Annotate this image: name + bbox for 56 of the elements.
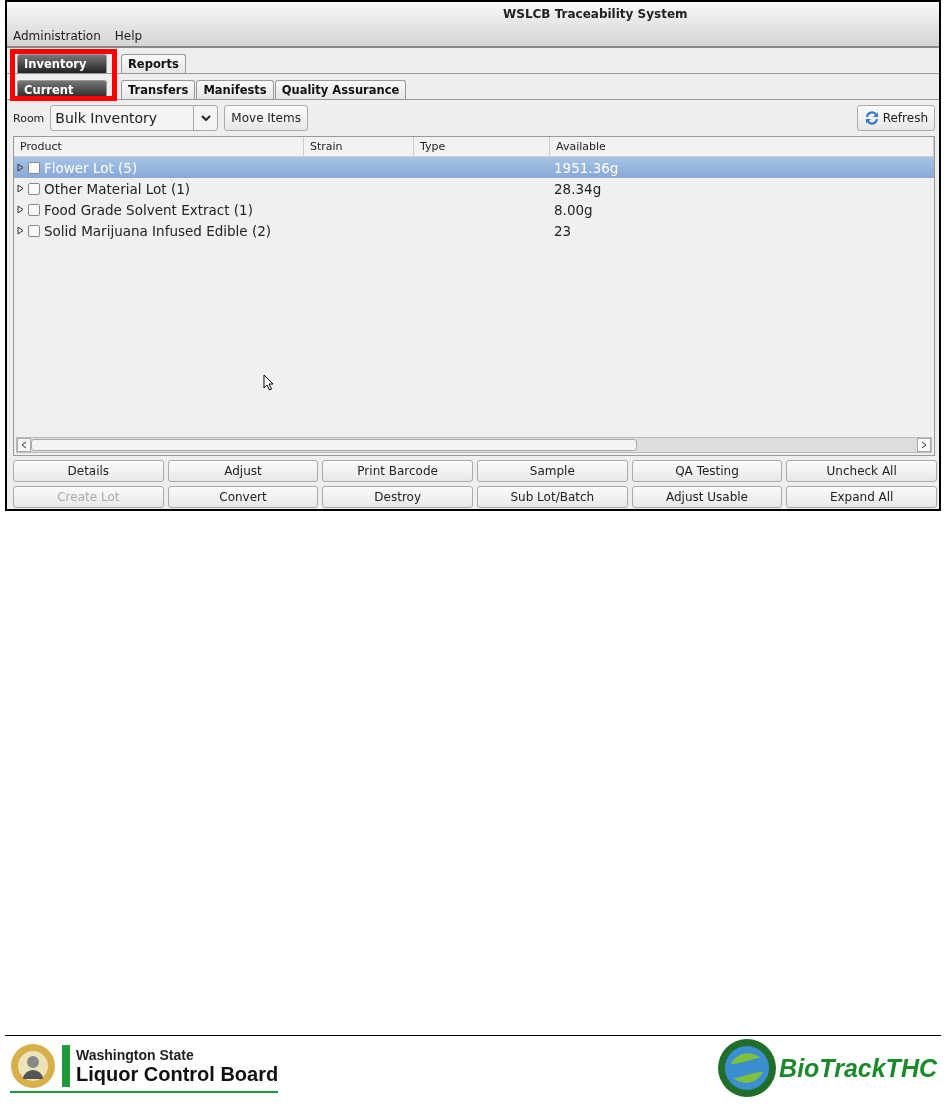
- table-row[interactable]: Food Grade Solvent Extract (1) 8.00g: [14, 199, 934, 220]
- action-button[interactable]: Convert: [167, 486, 319, 508]
- column-header[interactable]: Type: [414, 137, 550, 156]
- tab[interactable]: Quality Assurance: [274, 80, 407, 99]
- table-row[interactable]: Solid Marijuana Infused Edible (2) 23: [14, 220, 934, 241]
- tab[interactable]: Transfers: [121, 80, 196, 99]
- action-button[interactable]: Expand All: [786, 486, 937, 508]
- tab[interactable]: Manifests: [196, 80, 274, 99]
- tab[interactable]: Reports: [121, 54, 186, 73]
- expander-icon[interactable]: [17, 205, 24, 214]
- refresh-icon: [863, 110, 880, 126]
- action-button[interactable]: Adjust Usable: [631, 486, 783, 508]
- checkbox[interactable]: [28, 203, 40, 216]
- expander-icon[interactable]: [17, 163, 24, 172]
- vendor-logo-text: BioTrackTHC: [779, 1053, 937, 1083]
- state-seal-icon: [10, 1043, 56, 1089]
- agency-name: Liquor Control Board: [76, 1062, 279, 1086]
- checkbox[interactable]: [28, 224, 40, 237]
- column-header[interactable]: Product: [14, 137, 304, 156]
- menu-item[interactable]: Help: [114, 29, 143, 43]
- column-header[interactable]: Strain: [304, 137, 414, 156]
- table-cell-text: 8.00g: [553, 201, 594, 218]
- move-items-button[interactable]: Move Items: [224, 105, 308, 131]
- table-cell: Other Material Lot (1): [44, 180, 190, 197]
- expander-icon[interactable]: [17, 226, 24, 235]
- tab[interactable]: Inventory: [17, 54, 107, 73]
- table-cell-text: 28.34g: [553, 180, 603, 197]
- room-label: Room: [13, 111, 45, 125]
- mouse-pointer-icon: [263, 374, 274, 391]
- horizontal-scrollbar[interactable]: [16, 437, 932, 453]
- window-title: WSLCB Traceability System: [503, 7, 688, 21]
- action-button[interactable]: Sub Lot/Batch: [477, 486, 628, 508]
- checkbox[interactable]: [28, 161, 40, 174]
- action-button[interactable]: Print Barcode: [322, 460, 473, 482]
- table-cell-text: 23: [553, 222, 573, 239]
- checkbox[interactable]: [28, 182, 40, 195]
- room-dropdown[interactable]: Bulk Inventory: [50, 105, 219, 131]
- globe-logo-icon: [717, 1038, 778, 1098]
- table-cell: Solid Marijuana Infused Edible (2): [44, 222, 272, 239]
- chevron-down-icon: [200, 115, 211, 121]
- action-button[interactable]: Uncheck All: [786, 460, 937, 482]
- logo-stripe: [62, 1045, 70, 1087]
- column-header[interactable]: Available: [550, 137, 934, 156]
- expander-icon[interactable]: [17, 184, 24, 193]
- refresh-button[interactable]: Refresh: [856, 105, 935, 131]
- table-cell: Flower Lot (5): [44, 159, 138, 176]
- table-cell-text: 1951.36g: [553, 159, 620, 176]
- action-button[interactable]: QA Testing: [631, 460, 783, 482]
- agency-name: Washington State: [76, 1046, 195, 1063]
- table-row[interactable]: Other Material Lot (1) 28.34g: [14, 178, 934, 199]
- table-cell: Food Grade Solvent Extract (1): [44, 201, 253, 218]
- menu-item[interactable]: Administration: [13, 29, 101, 43]
- action-button[interactable]: Sample: [477, 460, 628, 482]
- action-button[interactable]: Destroy: [322, 486, 473, 508]
- action-button[interactable]: Adjust: [167, 460, 319, 482]
- action-button[interactable]: Details: [13, 460, 164, 482]
